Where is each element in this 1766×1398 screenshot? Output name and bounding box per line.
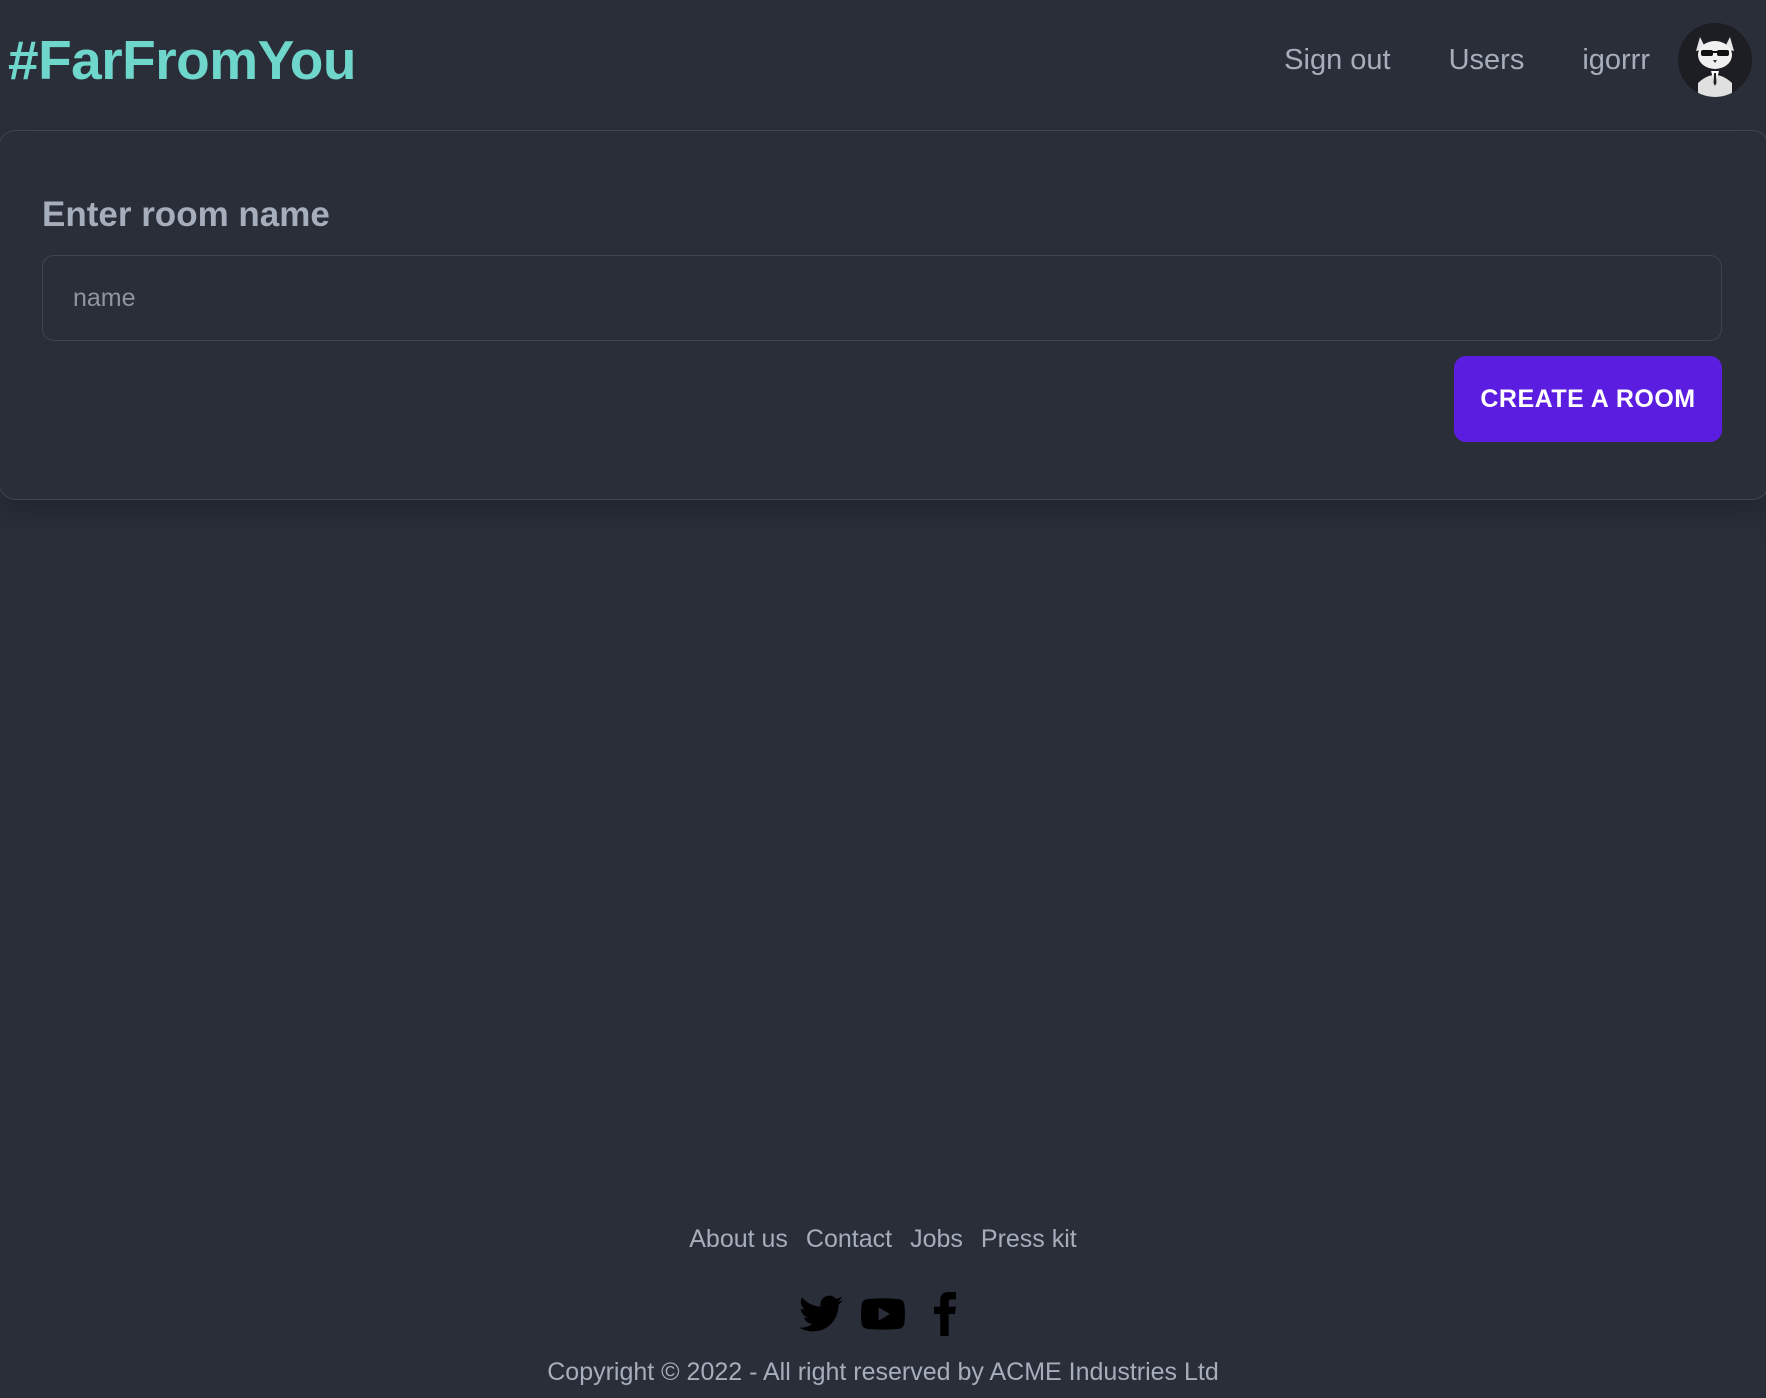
footer-link-press-kit[interactable]: Press kit: [981, 1225, 1077, 1254]
users-link[interactable]: Users: [1449, 44, 1525, 77]
top-navbar: #FarFromYou Sign out Users igorrr: [0, 0, 1766, 120]
copyright-text: Copyright © 2022 - All right reserved by…: [547, 1358, 1219, 1386]
avatar[interactable]: [1678, 23, 1752, 97]
footer-links: About us Contact Jobs Press kit: [0, 1225, 1766, 1254]
create-room-button[interactable]: CREATE A ROOM: [1454, 356, 1722, 442]
room-name-label: Enter room name: [42, 195, 330, 234]
facebook-icon[interactable]: [923, 1292, 967, 1336]
brand-logo-link[interactable]: #FarFromYou: [8, 28, 356, 92]
social-links: [0, 1292, 1766, 1336]
footer-link-contact[interactable]: Contact: [806, 1225, 892, 1254]
footer-link-about-us[interactable]: About us: [689, 1225, 788, 1254]
nav-menu: Sign out Users igorrr: [1226, 23, 1752, 97]
username-link[interactable]: igorrr: [1582, 44, 1650, 77]
footer-link-jobs[interactable]: Jobs: [910, 1225, 963, 1254]
cat-in-suit-avatar-icon: [1678, 23, 1752, 97]
sign-out-link[interactable]: Sign out: [1284, 44, 1390, 77]
youtube-icon[interactable]: [861, 1292, 905, 1336]
footer: About us Contact Jobs Press kit Copyrigh…: [0, 1225, 1766, 1387]
room-name-input[interactable]: [42, 255, 1722, 341]
twitter-icon[interactable]: [799, 1292, 843, 1336]
create-room-card: Enter room name CREATE A ROOM: [0, 130, 1766, 500]
